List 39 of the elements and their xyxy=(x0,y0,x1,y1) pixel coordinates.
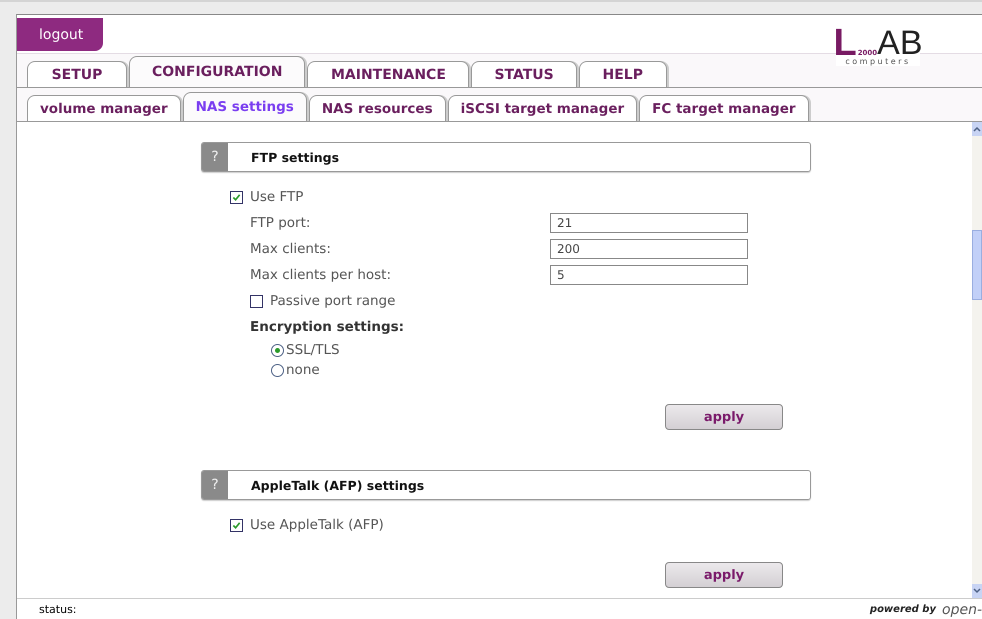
main-tab[interactable]: STATUS xyxy=(471,61,577,87)
input-field[interactable]: 5 xyxy=(550,265,748,285)
checkbox[interactable] xyxy=(250,294,263,308)
apply-button[interactable]: apply xyxy=(665,562,783,588)
input-field[interactable]: 21 xyxy=(550,213,748,233)
scrollbar[interactable] xyxy=(972,122,982,598)
radio-label: none xyxy=(286,362,320,378)
group-heading: Encryption settings: xyxy=(250,319,404,335)
sub-tab[interactable]: FC target manager xyxy=(639,95,809,121)
checkbox-label: Passive port range xyxy=(270,293,396,309)
scroll-thumb[interactable] xyxy=(972,230,982,300)
sub-tab[interactable]: volume manager xyxy=(27,95,181,121)
checkbox[interactable] xyxy=(230,518,243,532)
sub-tab[interactable]: iSCSI target manager xyxy=(448,95,638,121)
checkbox-label: Use FTP xyxy=(250,189,304,205)
apply-button[interactable]: apply xyxy=(665,404,783,430)
checkbox[interactable] xyxy=(230,190,243,204)
radio-button[interactable] xyxy=(271,344,284,356)
field-label: Max clients: xyxy=(249,241,332,257)
main-tab[interactable]: HELP xyxy=(578,61,667,87)
radio-button[interactable] xyxy=(271,364,284,376)
sub-tab[interactable]: NAS settings xyxy=(182,92,307,121)
checkbox-label: Use AppleTalk (AFP) xyxy=(250,517,384,533)
input-field[interactable]: 200 xyxy=(550,239,748,259)
section-title: AppleTalk (AFP) settings xyxy=(251,478,424,492)
logout-button[interactable]: logout xyxy=(17,18,103,51)
main-tab[interactable]: SETUP xyxy=(27,61,127,87)
main-tab[interactable]: MAINTENANCE xyxy=(307,61,470,87)
scroll-down-icon[interactable] xyxy=(972,584,982,598)
brand-logo: open- xyxy=(942,602,982,618)
field-label: Max clients per host: xyxy=(249,267,392,283)
powered-by-text: powered by xyxy=(870,604,936,615)
main-tab[interactable]: CONFIGURATION xyxy=(129,56,306,87)
scroll-up-icon[interactable] xyxy=(972,122,982,136)
section-title: FTP settings xyxy=(251,150,340,164)
status-label: status: xyxy=(39,603,77,616)
field-label: FTP port: xyxy=(249,215,312,231)
sub-tab[interactable]: NAS resources xyxy=(308,95,446,121)
radio-label: SSL/TLS xyxy=(286,342,340,358)
